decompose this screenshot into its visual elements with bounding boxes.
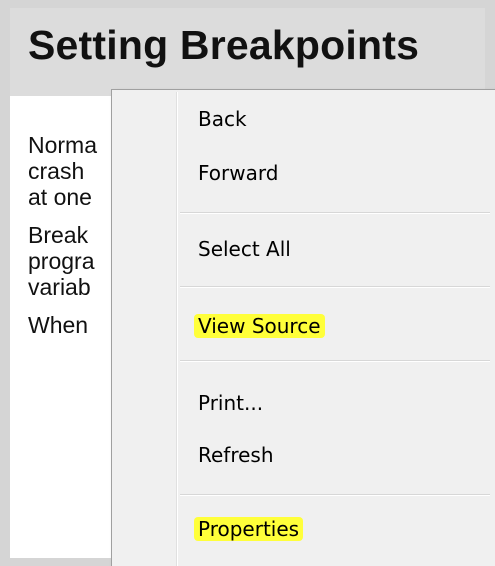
menu-item-properties[interactable]: Properties [116,506,492,552]
menu-item-label: View Source [194,314,325,338]
menu-item-select-all[interactable]: Select All [116,226,492,272]
menu-item-label: Forward [198,161,279,185]
menu-item-label: Print... [198,391,264,415]
menu-item-label: Properties [194,517,304,541]
menu-item-label: Select All [198,237,291,261]
menu-item-label: Back [198,107,247,131]
menu-separator [180,360,490,362]
frame-border-left [0,0,10,566]
menu-item-refresh[interactable]: Refresh [116,432,492,478]
frame-border-top [0,0,495,8]
context-menu: Back Forward Select All View Source Prin… [111,89,495,566]
menu-item-print[interactable]: Print... [116,380,492,426]
menu-separator [180,286,490,288]
menu-separator [180,212,490,214]
page-title: Setting Breakpoints [28,22,420,68]
menu-separator [180,494,490,496]
screenshot-canvas: Setting Breakpoints Norma crash at one B… [0,0,495,566]
menu-item-forward[interactable]: Forward [116,150,492,196]
menu-item-label: Refresh [198,443,274,467]
page-header: Setting Breakpoints [10,8,485,96]
menu-item-back[interactable]: Back [116,96,492,142]
menu-item-view-source[interactable]: View Source [116,303,492,349]
